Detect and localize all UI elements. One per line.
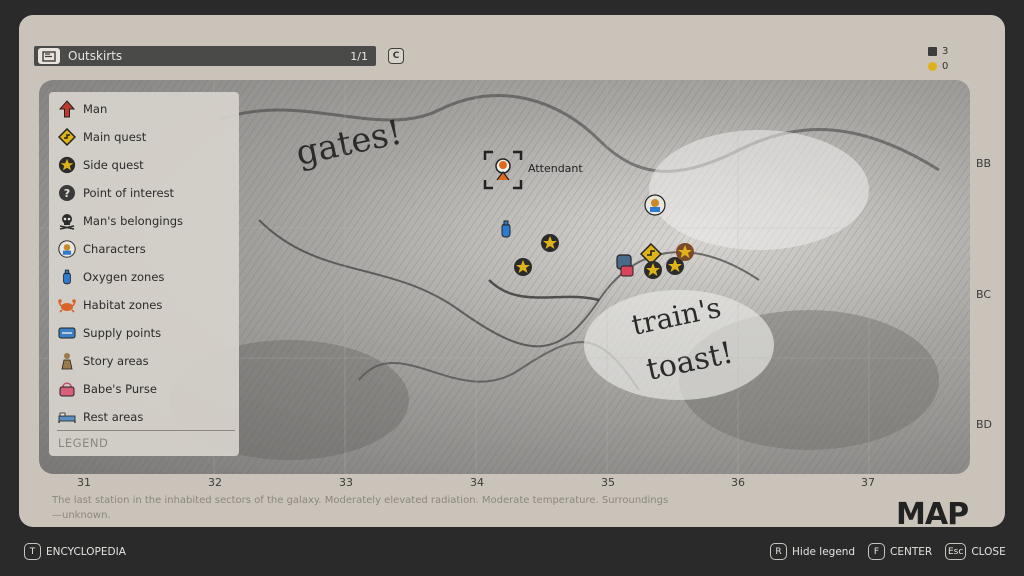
legend-item-oxygen-zones: Oxygen zones bbox=[57, 267, 164, 287]
page-title: MAP bbox=[896, 497, 969, 532]
map-legend: Man Main quest Side quest ? Point of int… bbox=[49, 92, 239, 456]
legend-item-characters: Characters bbox=[57, 239, 146, 259]
hide-legend-label: Hide legend bbox=[792, 545, 856, 558]
legend-label: Supply points bbox=[83, 326, 162, 340]
side-quest-marker[interactable] bbox=[540, 233, 560, 257]
center-button[interactable]: F CENTER bbox=[868, 543, 932, 560]
legend-item-man: Man bbox=[57, 99, 107, 119]
hide-legend-button[interactable]: R Hide legend bbox=[770, 543, 855, 560]
axis-x-label: 32 bbox=[208, 476, 222, 489]
area-count: 1/1 bbox=[350, 49, 368, 63]
area-header: Outskirts 1/1 bbox=[34, 46, 376, 66]
axis-x-label: 35 bbox=[601, 476, 615, 489]
legend-label: Side quest bbox=[83, 158, 144, 172]
legend-title: LEGEND bbox=[58, 436, 109, 450]
supply-icon bbox=[57, 323, 77, 343]
legend-item-rest-areas: Rest areas bbox=[57, 407, 143, 427]
legend-item-point-of-interest: ? Point of interest bbox=[57, 183, 174, 203]
map-area-icon bbox=[38, 48, 60, 64]
legend-label: Characters bbox=[83, 242, 146, 256]
encyclopedia-label: ENCYCLOPEDIA bbox=[46, 545, 126, 558]
legend-label: Main quest bbox=[83, 130, 147, 144]
legend-item-supply-points: Supply points bbox=[57, 323, 161, 343]
axis-y-label: BC bbox=[976, 288, 992, 301]
story-icon bbox=[57, 351, 77, 371]
oxygen-icon bbox=[57, 267, 77, 287]
screen-frame: Outskirts 1/1 C 3 0 gates! train's toast… bbox=[0, 0, 1024, 576]
hide-legend-key: R bbox=[770, 543, 787, 560]
supply-point-marker[interactable] bbox=[613, 250, 639, 282]
oxygen-zone-marker[interactable] bbox=[499, 219, 513, 243]
close-label: CLOSE bbox=[971, 545, 1006, 558]
footer-controls: T ENCYCLOPEDIA R Hide legend F CENTER Es… bbox=[0, 540, 1024, 566]
legend-label: Rest areas bbox=[83, 410, 144, 424]
radiation-count: 0 bbox=[942, 61, 949, 72]
legend-label: Habitat zones bbox=[83, 298, 163, 312]
encyclopedia-key: T bbox=[24, 543, 41, 560]
axis-x-label: 31 bbox=[77, 476, 91, 489]
axis-x-label: 37 bbox=[861, 476, 875, 489]
character-icon bbox=[57, 239, 77, 259]
center-label: CENTER bbox=[890, 545, 933, 558]
main-quest-icon bbox=[57, 127, 77, 147]
legend-item-mans-belongings: Man's belongings bbox=[57, 211, 183, 231]
star-icon bbox=[57, 155, 77, 175]
center-key: F bbox=[868, 543, 885, 560]
legend-item-habitat-zones: Habitat zones bbox=[57, 295, 162, 315]
legend-divider bbox=[57, 430, 235, 431]
legend-label: Babe's Purse bbox=[83, 382, 157, 396]
bed-icon bbox=[57, 407, 77, 427]
legend-label: Oxygen zones bbox=[83, 270, 165, 284]
tracked-attendant-marker[interactable] bbox=[483, 150, 523, 194]
axis-y-label: BB bbox=[976, 157, 992, 170]
attendant-label: Attendant bbox=[528, 162, 583, 175]
close-key: Esc bbox=[945, 543, 967, 560]
arrow-up-icon bbox=[57, 99, 77, 119]
skull-icon bbox=[57, 211, 77, 231]
side-quest-marker[interactable] bbox=[675, 242, 695, 266]
crab-icon bbox=[57, 295, 77, 315]
toggle-area-key[interactable]: C bbox=[388, 48, 404, 64]
film-icon bbox=[928, 47, 937, 56]
purse-icon bbox=[57, 379, 77, 399]
radiation-icon bbox=[928, 62, 937, 71]
legend-item-story-areas: Story areas bbox=[57, 351, 149, 371]
side-quest-marker[interactable] bbox=[513, 257, 533, 281]
legend-label: Man bbox=[83, 102, 108, 116]
axis-x-label: 33 bbox=[339, 476, 353, 489]
film-counter: 3 bbox=[928, 44, 948, 59]
axis-x-label: 36 bbox=[731, 476, 745, 489]
axis-y-label: BD bbox=[976, 418, 993, 431]
encyclopedia-button[interactable]: T ENCYCLOPEDIA bbox=[24, 543, 126, 560]
resource-counters: 3 0 bbox=[928, 44, 948, 74]
question-icon: ? bbox=[57, 183, 77, 203]
film-count: 3 bbox=[942, 46, 949, 57]
legend-label: Man's belongings bbox=[83, 214, 184, 228]
radiation-counter: 0 bbox=[928, 59, 948, 74]
axis-x-label: 34 bbox=[470, 476, 484, 489]
area-description: The last station in the inhabited sector… bbox=[52, 495, 669, 521]
area-title: Outskirts bbox=[68, 49, 123, 63]
close-button[interactable]: Esc CLOSE bbox=[945, 543, 1006, 560]
legend-item-main-quest: Main quest bbox=[57, 127, 146, 147]
legend-label: Point of interest bbox=[83, 186, 175, 200]
character-marker[interactable] bbox=[644, 194, 666, 220]
legend-item-babes-purse: Babe's Purse bbox=[57, 379, 157, 399]
legend-item-side-quest: Side quest bbox=[57, 155, 144, 175]
svg-text:?: ? bbox=[64, 187, 70, 200]
legend-label: Story areas bbox=[83, 354, 149, 368]
side-quest-marker[interactable] bbox=[643, 260, 663, 284]
